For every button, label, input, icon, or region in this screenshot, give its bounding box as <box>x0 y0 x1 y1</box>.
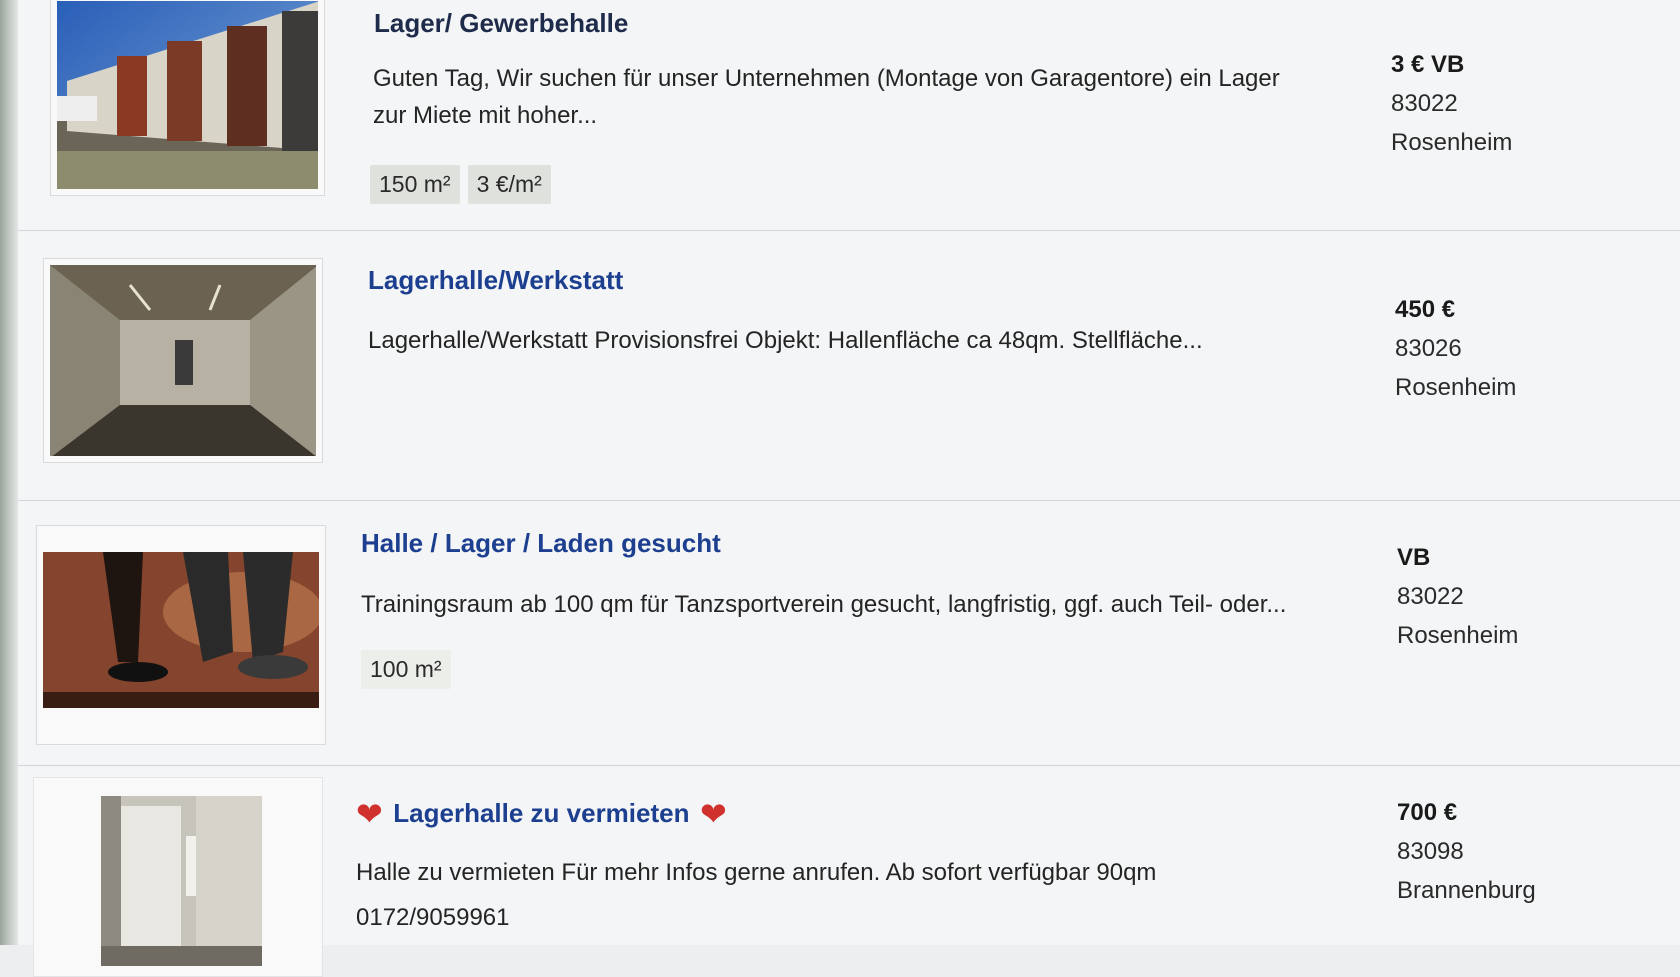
listing-price: VB <box>1397 544 1431 571</box>
listing-price: 450 € <box>1395 296 1456 323</box>
listing-meta: VB 83022 Rosenheim <box>1397 538 1518 655</box>
heart-icon: ❤ <box>356 796 383 832</box>
listing-zip: 83098 <box>1397 838 1464 865</box>
white-room-photo <box>101 796 262 970</box>
listing-meta: 3 € VB 83022 Rosenheim <box>1391 45 1512 162</box>
listing-zip: 83022 <box>1397 583 1464 610</box>
listing-price: 700 € <box>1397 799 1458 826</box>
listing-title[interactable]: Lager/ Gewerbehalle <box>374 8 628 39</box>
listing-item[interactable]: Lagerhalle/Werkstatt Lagerhalle/Werkstat… <box>18 230 1680 501</box>
listing-description: Lagerhalle/Werkstatt Provisionsfrei Obje… <box>368 327 1203 354</box>
listing-item[interactable]: ❤ Lagerhalle zu vermieten ❤ Halle zu ver… <box>18 765 1680 977</box>
listing-zip: 83026 <box>1395 335 1462 362</box>
listing-description: Halle zu vermieten Für mehr Infos gerne … <box>356 859 1157 931</box>
listing-city: Brannenburg <box>1397 877 1536 904</box>
listing-item[interactable]: Lager/ Gewerbehalle Guten Tag, Wir suche… <box>18 0 1680 231</box>
price-per-sqm-tag: 3 €/m² <box>467 165 551 204</box>
listing-tags: 100 m² <box>361 650 451 689</box>
empty-hall-photo <box>50 265 316 456</box>
listing-description: Guten Tag, Wir suchen für unser Unterneh… <box>373 65 1280 129</box>
listing-thumbnail[interactable] <box>43 258 323 463</box>
listing-city: Rosenheim <box>1397 622 1519 649</box>
listing-title[interactable]: Lagerhalle/Werkstatt <box>368 265 623 296</box>
listing-title-row: ❤ Lagerhalle zu vermieten ❤ <box>356 795 727 833</box>
listing-list: Lager/ Gewerbehalle Guten Tag, Wir suche… <box>18 0 1680 977</box>
garage-row-photo <box>57 1 318 189</box>
area-tag: 100 m² <box>361 650 451 689</box>
listing-thumbnail[interactable] <box>36 525 326 745</box>
window-edge <box>0 0 18 945</box>
listing-meta: 450 € 83026 Rosenheim <box>1395 290 1516 407</box>
listing-zip: 83022 <box>1391 90 1458 117</box>
listing-price: 3 € VB <box>1391 51 1465 78</box>
listing-meta: 700 € 83098 Brannenburg <box>1397 793 1536 910</box>
heart-icon: ❤ <box>699 796 727 832</box>
area-tag: 150 m² <box>370 165 460 204</box>
listing-thumbnail[interactable] <box>33 777 323 977</box>
listing-description: Trainingsraum ab 100 qm für Tanzsportver… <box>361 591 1287 618</box>
listing-tags: 150 m² 3 €/m² <box>370 165 551 204</box>
listing-thumbnail[interactable] <box>50 0 325 196</box>
listing-city: Rosenheim <box>1395 374 1517 401</box>
listing-title[interactable]: Lagerhalle zu vermieten <box>393 798 689 828</box>
listing-item[interactable]: Halle / Lager / Laden gesucht Trainingsr… <box>18 500 1680 766</box>
listing-title[interactable]: Halle / Lager / Laden gesucht <box>361 528 721 559</box>
dancing-feet-photo <box>43 552 319 718</box>
listing-city: Rosenheim <box>1391 129 1513 156</box>
